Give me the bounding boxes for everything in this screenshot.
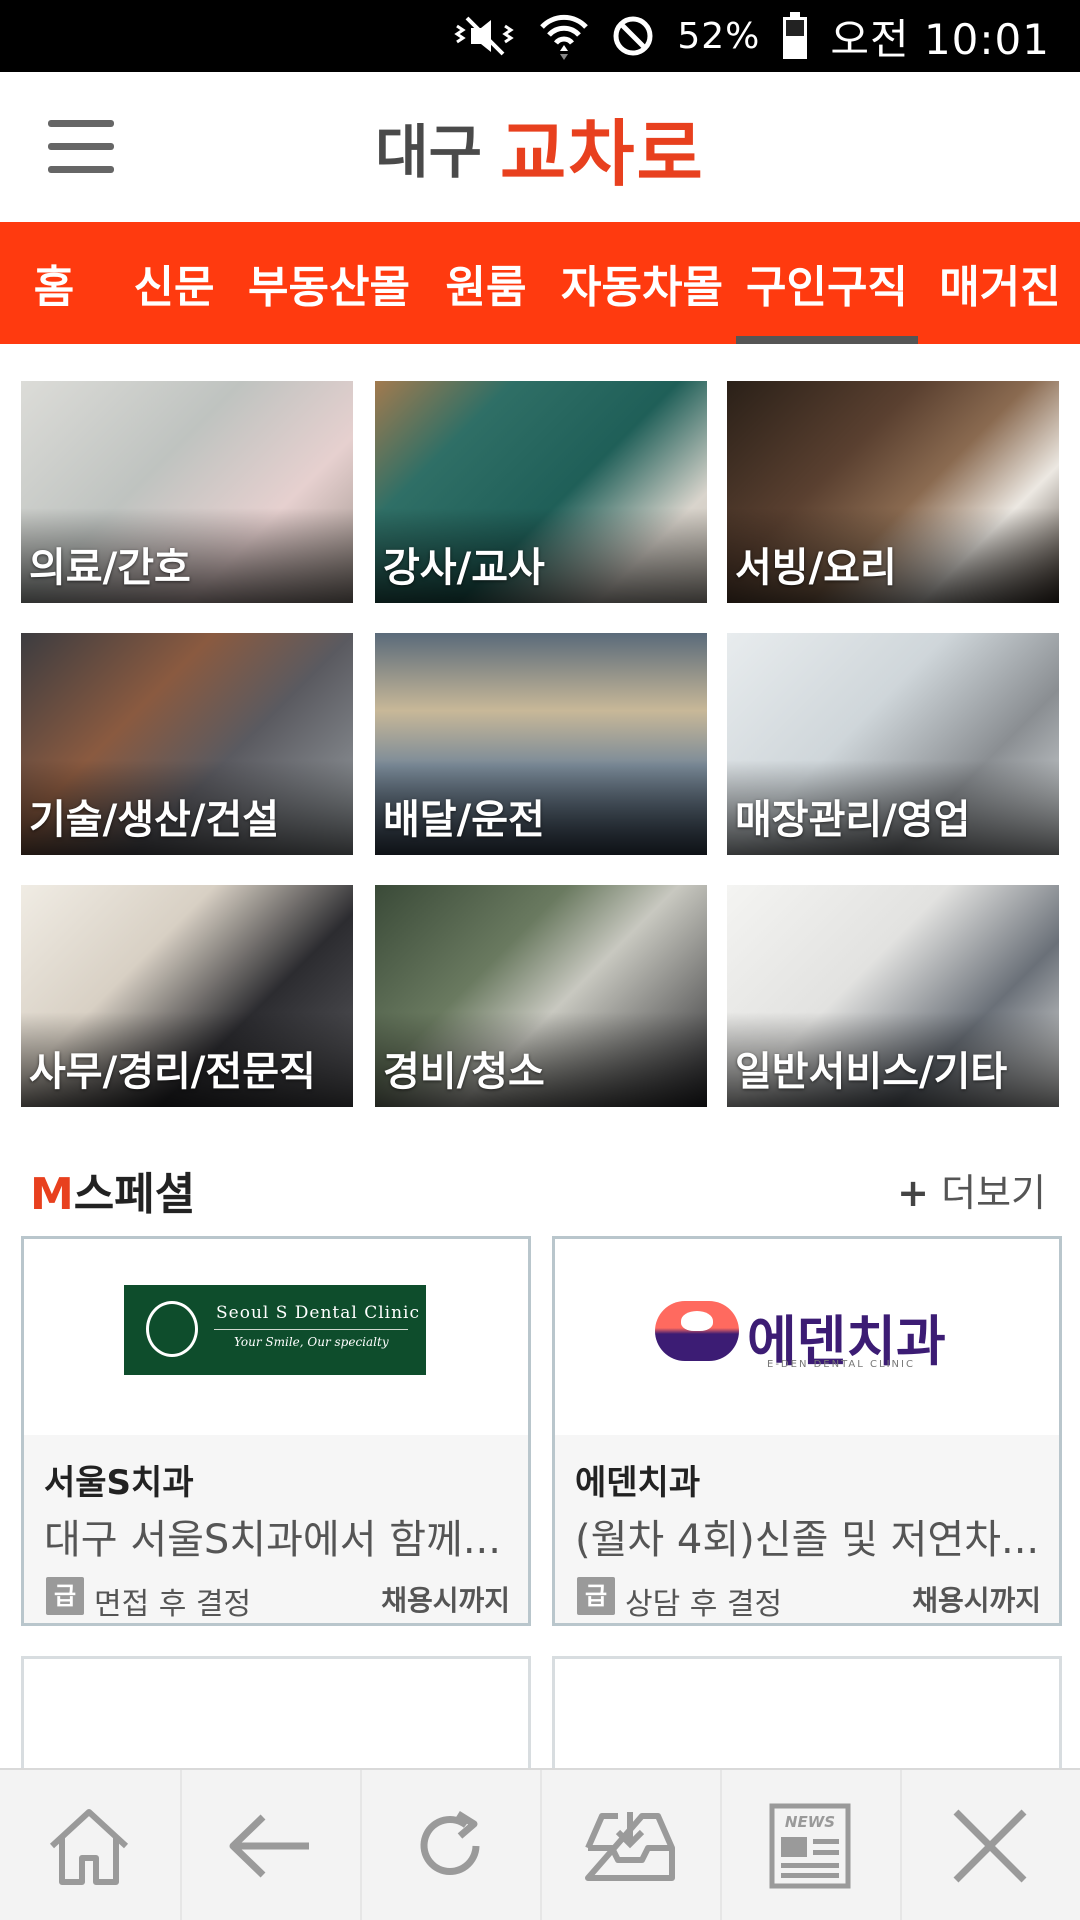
- card-salary: 면접 후 결정: [94, 1587, 252, 1622]
- clinic-emblem-icon: [146, 1301, 198, 1357]
- tab-home[interactable]: 홈: [18, 222, 90, 344]
- eden-dental-logo: 에덴치과 E-DEN DENTAL CLINIC: [655, 1297, 965, 1377]
- tile-label: 경비/청소: [383, 1049, 545, 1095]
- tab-label: 구인구직: [746, 262, 908, 313]
- download-button[interactable]: [540, 1770, 718, 1920]
- category-tile-general-service[interactable]: 일반서비스/기타: [727, 885, 1059, 1107]
- tab-label: 원룸: [445, 262, 527, 313]
- card-company: 에덴치과: [575, 1463, 701, 1503]
- hamburger-menu-icon[interactable]: [48, 120, 114, 174]
- plus-icon: +: [897, 1171, 930, 1215]
- card-salary: 상담 후 결정: [625, 1587, 783, 1622]
- logo-subtitle: E-DEN DENTAL CLINIC: [767, 1359, 915, 1370]
- battery-icon: [782, 12, 808, 60]
- back-button[interactable]: [180, 1770, 358, 1920]
- logo-brand: 교차로: [500, 111, 705, 196]
- more-link[interactable]: + 더보기: [897, 1162, 1046, 1217]
- category-tile-serving[interactable]: 서빙/요리: [727, 381, 1059, 603]
- logo-title: Seoul S Dental Clinic: [216, 1303, 421, 1323]
- card-company: 서울S치과: [44, 1463, 194, 1503]
- card-deadline: 채용시까지: [912, 1584, 1041, 1617]
- back-arrow-icon: [229, 1814, 309, 1878]
- refresh-button[interactable]: [360, 1770, 538, 1920]
- section-title-rest: 스페셜: [73, 1169, 196, 1220]
- tooth-logo-icon: [655, 1301, 739, 1361]
- card-info: 에덴치과 (월차 4회)신졸 및 저연차... 급 상담 후 결정 채용시까지: [555, 1435, 1059, 1623]
- tile-label: 서빙/요리: [735, 545, 897, 591]
- home-icon: [49, 1809, 129, 1885]
- logo-slogan: Your Smile, Our specialty: [234, 1335, 389, 1349]
- news-button[interactable]: NEWS: [720, 1770, 898, 1920]
- card-logo-area: Seoul S Dental Clinic Your Smile, Our sp…: [24, 1239, 528, 1435]
- app-logo[interactable]: 대구 교차로: [0, 72, 1080, 222]
- card-logo-area: 에덴치과 E-DEN DENTAL CLINIC: [555, 1239, 1059, 1435]
- tile-label: 사무/경리/전문직: [29, 1049, 316, 1095]
- salary-icon: 급: [577, 1577, 615, 1615]
- category-tile-medical[interactable]: 의료/간호: [21, 381, 353, 603]
- bottom-toolbar: NEWS: [0, 1768, 1080, 1920]
- tab-newspaper[interactable]: 신문: [124, 222, 224, 344]
- news-label: NEWS: [785, 1813, 835, 1831]
- close-button[interactable]: [900, 1770, 1078, 1920]
- card-info: 서울S치과 대구 서울S치과에서 함께... 급 면접 후 결정 채용시까지: [24, 1435, 528, 1623]
- tab-one-room[interactable]: 원룸: [440, 222, 532, 344]
- tab-label: 매거진: [939, 262, 1061, 313]
- status-bar: 52% 오전 10:01: [0, 0, 1080, 72]
- app-screen: 52% 오전 10:01 대구 교차로 홈 신문 부동산몰 원룸 자동차몰 구인…: [0, 0, 1080, 1920]
- category-tile-teacher[interactable]: 강사/교사: [375, 381, 707, 603]
- tile-label: 배달/운전: [383, 797, 545, 843]
- do-not-disturb-icon: [611, 14, 655, 58]
- tab-cars[interactable]: 자동차몰: [556, 222, 728, 344]
- category-tile-technical[interactable]: 기술/생산/건설: [21, 633, 353, 855]
- app-header: 대구 교차로: [0, 72, 1080, 222]
- special-card[interactable]: Seoul S Dental Clinic Your Smile, Our sp…: [21, 1236, 531, 1626]
- tile-label: 강사/교사: [383, 545, 545, 591]
- seoul-s-dental-logo: Seoul S Dental Clinic Your Smile, Our sp…: [124, 1285, 426, 1375]
- tab-jobs[interactable]: 구인구직: [736, 222, 918, 344]
- category-tile-security[interactable]: 경비/청소: [375, 885, 707, 1107]
- tab-label: 홈: [33, 262, 75, 313]
- tab-magazine[interactable]: 매거진: [936, 222, 1064, 344]
- section-title-m: M: [30, 1169, 74, 1220]
- tab-real-estate[interactable]: 부동산몰: [244, 222, 414, 344]
- section-title: M스페셜: [30, 1158, 195, 1222]
- logo-city: 대구: [375, 118, 482, 186]
- news-icon: NEWS: [769, 1803, 851, 1889]
- home-button[interactable]: [0, 1770, 178, 1920]
- category-tab-bar: 홈 신문 부동산몰 원룸 자동차몰 구인구직 매거진: [0, 222, 1080, 344]
- card-description: 대구 서울S치과에서 함께...: [44, 1517, 501, 1563]
- special-card[interactable]: 에덴치과 E-DEN DENTAL CLINIC 에덴치과 (월차 4회)신졸 …: [552, 1236, 1062, 1626]
- download-icon: [585, 1812, 675, 1881]
- salary-icon: 급: [46, 1577, 84, 1615]
- tab-label: 부동산몰: [248, 262, 410, 313]
- logo-divider: [214, 1329, 408, 1330]
- tile-label: 의료/간호: [29, 545, 191, 591]
- tile-label: 기술/생산/건설: [29, 797, 280, 843]
- tab-label: 신문: [133, 262, 215, 313]
- card-description: (월차 4회)신졸 및 저연차...: [575, 1517, 1040, 1563]
- battery-percent: 52%: [677, 15, 761, 57]
- card-deadline: 채용시까지: [381, 1584, 510, 1617]
- tile-label: 매장관리/영업: [735, 797, 971, 843]
- tile-label: 일반서비스/기타: [735, 1049, 1008, 1095]
- category-tile-office[interactable]: 사무/경리/전문직: [21, 885, 353, 1107]
- close-icon: [953, 1809, 1027, 1883]
- category-tile-sales[interactable]: 매장관리/영업: [727, 633, 1059, 855]
- clock: 오전 10:01: [830, 14, 1050, 64]
- mute-vibrate-icon: [451, 14, 517, 58]
- tab-label: 자동차몰: [561, 262, 723, 313]
- category-tile-delivery[interactable]: 배달/운전: [375, 633, 707, 855]
- refresh-icon: [420, 1811, 480, 1875]
- wifi-icon: [539, 11, 589, 61]
- more-label: 더보기: [941, 1171, 1046, 1215]
